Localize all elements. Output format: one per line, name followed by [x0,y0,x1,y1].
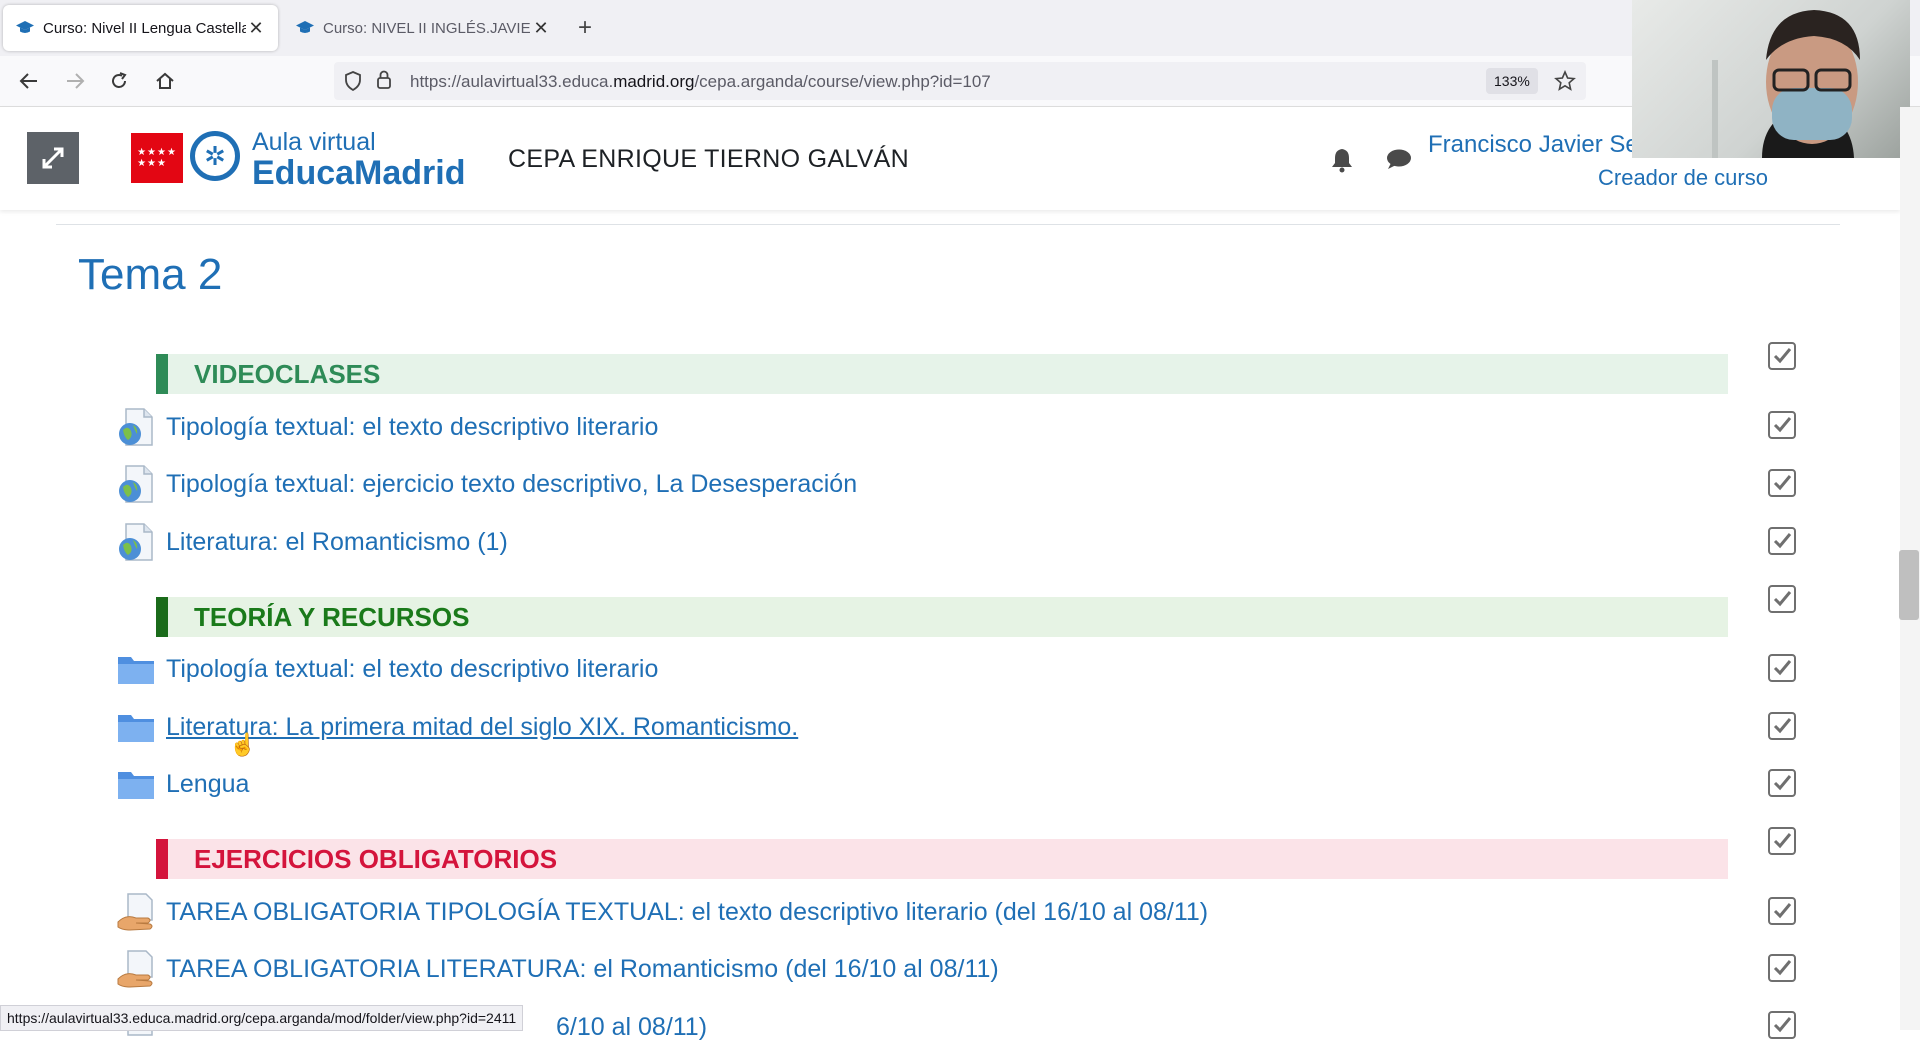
messages-chat-icon[interactable] [1385,147,1413,176]
lock-icon[interactable] [376,70,392,95]
assignment-icon [117,893,153,931]
completion-checkbox[interactable] [1768,342,1796,370]
folder-icon [118,772,154,799]
label-ejercicios-obligatorios: EJERCICIOS OBLIGATORIOS [156,839,1728,879]
activity-url[interactable]: Tipología textual: el texto descriptivo … [116,405,658,449]
checkmark-icon [1773,475,1792,491]
user-name[interactable]: Francisco Javier Se [1428,131,1639,159]
checkmark-icon [1773,417,1792,433]
tab-course-ingles[interactable]: Curso: NIVEL II INGLÉS.JAVIER ✕ [283,5,563,51]
activity-link[interactable]: Lengua [166,770,249,799]
activity-link[interactable]: Tipología textual: el texto descriptivo … [166,413,658,442]
comunidad-madrid-flag-logo[interactable]: ★★★★ ★★★ [131,133,183,183]
notifications-bell-icon[interactable] [1330,147,1354,178]
arrow-right-icon [67,73,85,89]
url-icon [119,523,153,561]
completion-checkbox[interactable] [1768,827,1796,855]
label-text: VIDEOCLASES [194,358,381,389]
checkmark-icon [1773,833,1792,849]
section-title: Tema 2 [78,250,223,299]
url-icon [119,408,153,446]
checkmark-icon [1773,660,1792,676]
tab-course-lengua[interactable]: Curso: Nivel II Lengua Castellan ✕ [3,5,278,51]
graduation-cap-icon [295,18,315,38]
educamadrid-star-logo[interactable]: ✲ [190,131,240,181]
site-name[interactable]: CEPA ENRIQUE TIERNO GALVÁN [508,145,909,174]
activity-link[interactable]: 6/10 al 08/11) [556,1013,707,1042]
shield-icon[interactable] [344,71,362,96]
label-videoclases: VIDEOCLASES [156,354,1728,394]
checkmark-icon [1773,1017,1792,1033]
hand-pointer-cursor-icon: ☝ [229,732,257,757]
home-button[interactable] [150,66,180,96]
activity-folder[interactable]: Tipología textual: el texto descriptivo … [116,647,658,691]
url-icon [119,465,153,503]
checkmark-icon [1773,718,1792,734]
completion-checkbox[interactable] [1768,712,1796,740]
completion-checkbox[interactable] [1768,469,1796,497]
fullscreen-toggle-button[interactable] [27,132,79,184]
completion-checkbox[interactable] [1768,585,1796,613]
tab-title: Curso: Nivel II Lengua Castellan [43,19,246,37]
completion-checkbox[interactable] [1768,654,1796,682]
logo-line-aula[interactable]: Aula virtual [252,128,376,157]
url-bar[interactable]: https://aulavirtual33.educa.madrid.org/c… [334,62,1586,100]
checkmark-icon [1773,591,1792,607]
tab-title: Curso: NIVEL II INGLÉS.JAVIER [323,19,531,37]
site-header: ★★★★ ★★★ ✲ Aula virtual EducaMadrid CEPA … [0,107,1900,210]
activity-url[interactable]: Literatura: el Romanticismo (1) [116,520,508,564]
zoom-level-badge[interactable]: 133% [1486,68,1538,94]
activity-assignment[interactable]: TAREA OBLIGATORIA TIPOLOGÍA TEXTUAL: el … [116,890,1208,934]
label-text: TEORÍA Y RECURSOS [194,601,470,632]
checkmark-icon [1773,533,1792,549]
bookmark-star-icon[interactable] [1554,69,1576,97]
activity-url[interactable]: Tipología textual: ejercicio texto descr… [116,462,857,506]
home-icon [156,72,174,89]
activity-link-hovered[interactable]: Literatura: La primera mitad del siglo X… [166,713,798,742]
completion-checkbox[interactable] [1768,897,1796,925]
assignment-icon [117,950,153,988]
new-tab-button[interactable]: + [578,14,592,42]
completion-checkbox[interactable] [1768,954,1796,982]
scrollbar-thumb[interactable] [1899,550,1919,620]
completion-checkbox[interactable] [1768,1011,1796,1039]
activity-link[interactable]: Literatura: el Romanticismo (1) [166,528,508,557]
logo-line-educamadrid[interactable]: EducaMadrid [252,154,465,193]
checkmark-icon [1773,960,1792,976]
activity-link[interactable]: Tipología textual: ejercicio texto descr… [166,470,857,499]
webcam-video-overlay [1632,0,1910,158]
arrow-left-icon [19,73,37,89]
label-text: EJERCICIOS OBLIGATORIOS [194,843,558,874]
label-teoria-recursos: TEORÍA Y RECURSOS [156,597,1728,637]
close-tab-icon[interactable]: ✕ [246,18,266,39]
activity-folder[interactable]: Lengua [116,762,249,806]
activity-assignment[interactable]: TAREA OBLIGATORIA LITERATURA: el Romanti… [116,947,999,991]
completion-checkbox[interactable] [1768,769,1796,797]
activity-link[interactable]: TAREA OBLIGATORIA TIPOLOGÍA TEXTUAL: el … [166,898,1208,927]
activity-folder[interactable]: Literatura: La primera mitad del siglo X… [116,705,798,749]
completion-checkbox[interactable] [1768,527,1796,555]
checkmark-icon [1773,775,1792,791]
user-role: Creador de curso [1598,165,1768,190]
checkmark-icon [1773,903,1792,919]
completion-checkbox[interactable] [1768,411,1796,439]
forward-button[interactable] [60,66,90,96]
reload-icon [112,72,127,88]
folder-icon [118,715,154,742]
close-tab-icon[interactable]: ✕ [531,18,551,39]
expand-icon [42,147,64,169]
section-divider [56,224,1840,225]
reload-button[interactable] [104,66,134,96]
checkmark-icon [1773,348,1792,364]
graduation-cap-icon [15,18,35,38]
activity-link[interactable]: TAREA OBLIGATORIA LITERATURA: el Romanti… [166,955,999,984]
folder-icon [118,657,154,684]
activity-link[interactable]: Tipología textual: el texto descriptivo … [166,655,658,684]
url-text[interactable]: https://aulavirtual33.educa.madrid.org/c… [410,72,991,92]
link-status-bar: https://aulavirtual33.educa.madrid.org/c… [0,1005,524,1031]
back-button[interactable] [14,66,44,96]
